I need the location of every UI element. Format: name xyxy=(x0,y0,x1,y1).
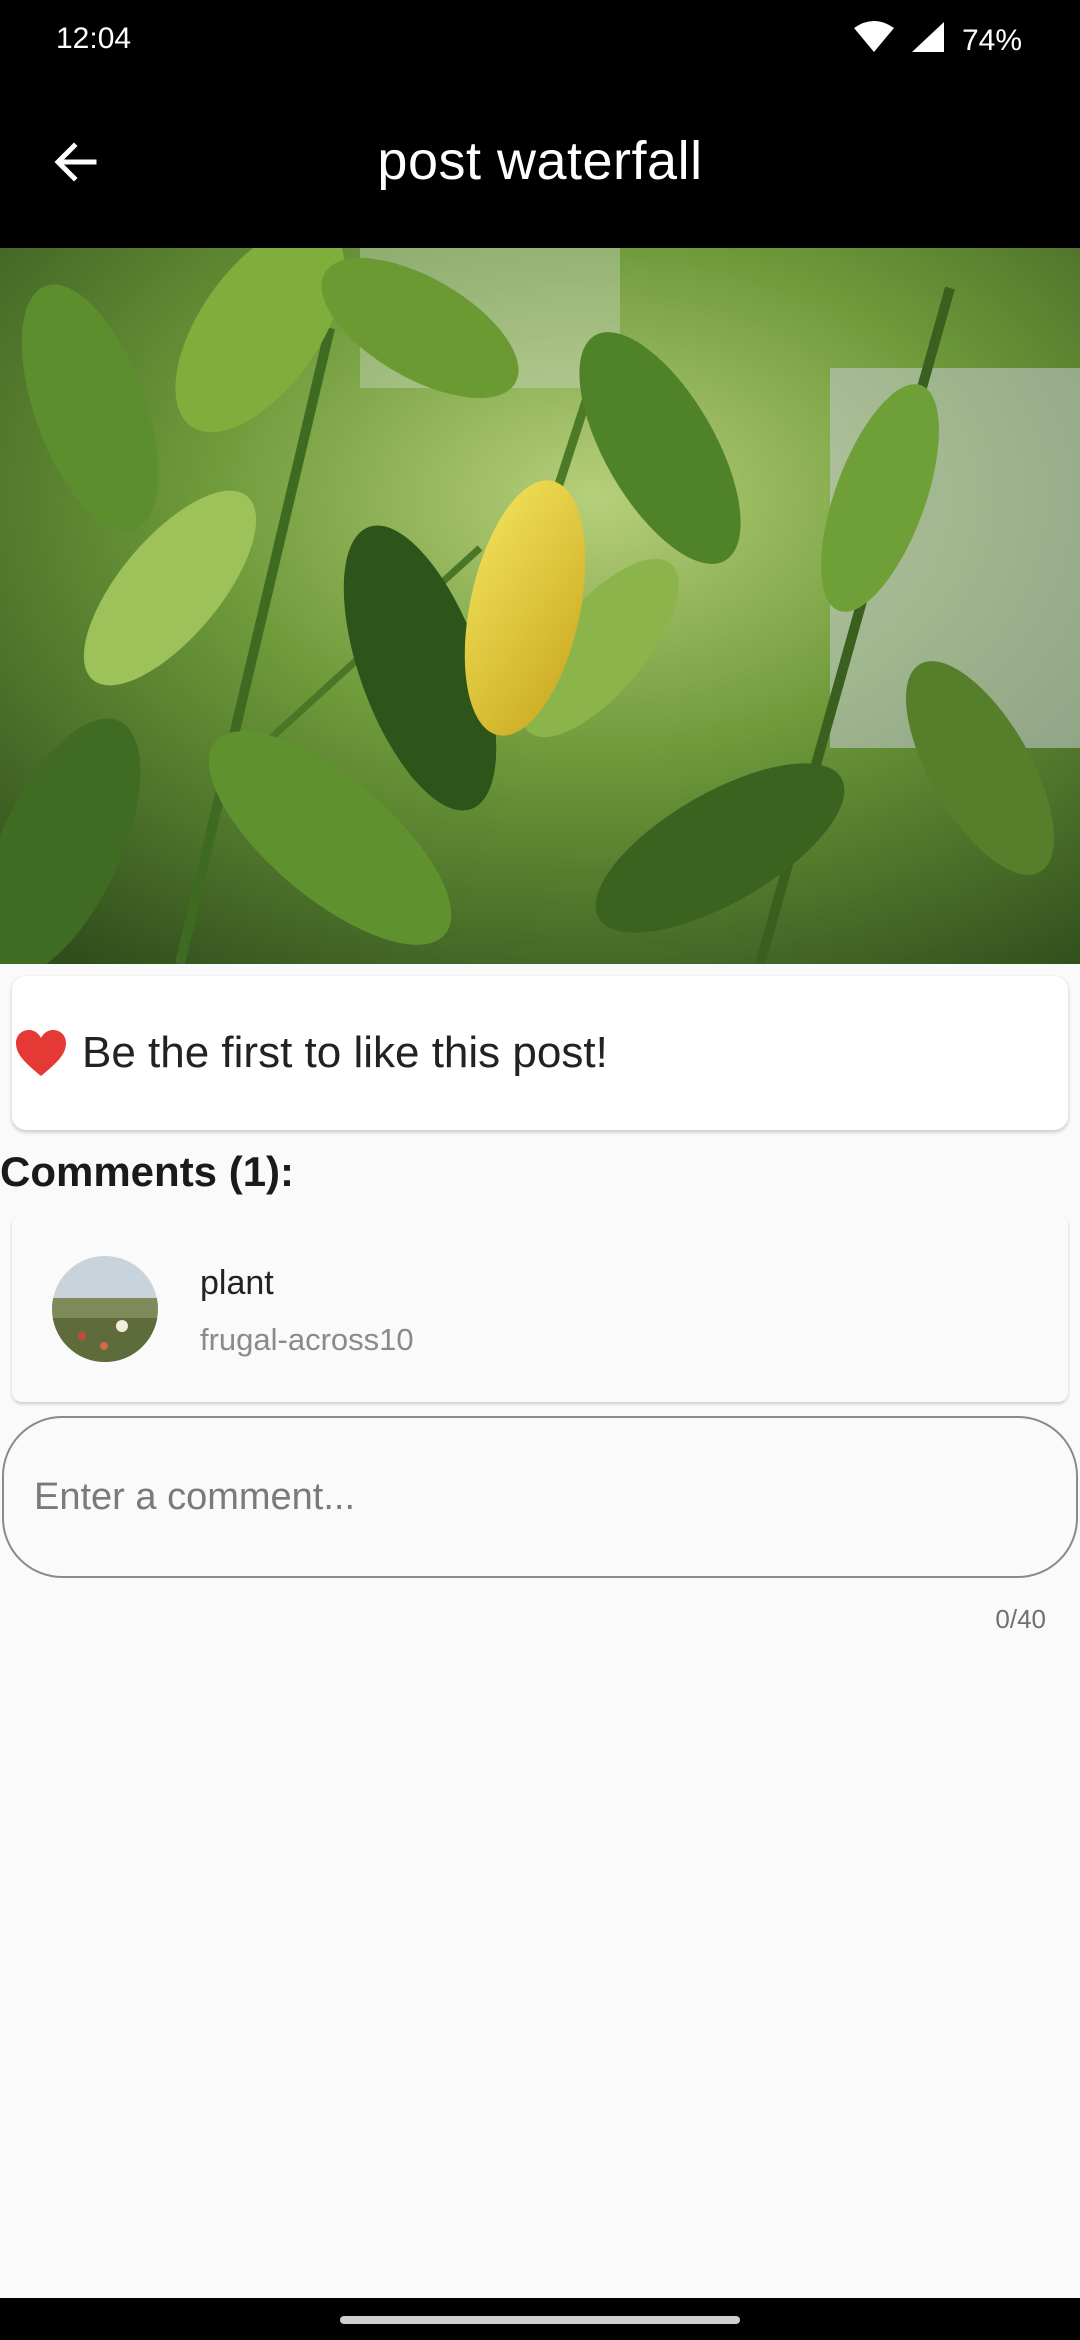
status-time: 12:04 xyxy=(56,22,132,55)
character-counter: 0/40 xyxy=(995,1604,1046,1634)
like-prompt: Be the first to like this post! xyxy=(82,1028,608,1077)
app-bar: post waterfall xyxy=(0,80,1080,248)
comment-text: plant xyxy=(200,1264,274,1302)
comments-heading: Comments (1): xyxy=(0,1148,295,1195)
page-title: post waterfall xyxy=(377,131,703,191)
signal-icon xyxy=(910,20,946,62)
status-bar: 12:04 74% xyxy=(0,0,1080,80)
status-icons: 74% xyxy=(853,20,1022,62)
wifi-icon xyxy=(853,20,894,62)
battery-level: 74% xyxy=(961,24,1022,57)
comment-item[interactable]: plant frugal-across10 xyxy=(12,1214,1068,1402)
like-card: Be the first to like this post! xyxy=(12,976,1068,1130)
avatar[interactable] xyxy=(52,1256,158,1362)
comment-username: frugal-across10 xyxy=(200,1322,414,1357)
comment-input-container xyxy=(2,1416,1078,1578)
home-indicator[interactable] xyxy=(340,2316,740,2324)
post-photo xyxy=(0,248,1080,964)
comment-input[interactable] xyxy=(32,1458,1032,1536)
post-image[interactable] xyxy=(0,248,1080,964)
heart-icon[interactable] xyxy=(14,1025,70,1081)
